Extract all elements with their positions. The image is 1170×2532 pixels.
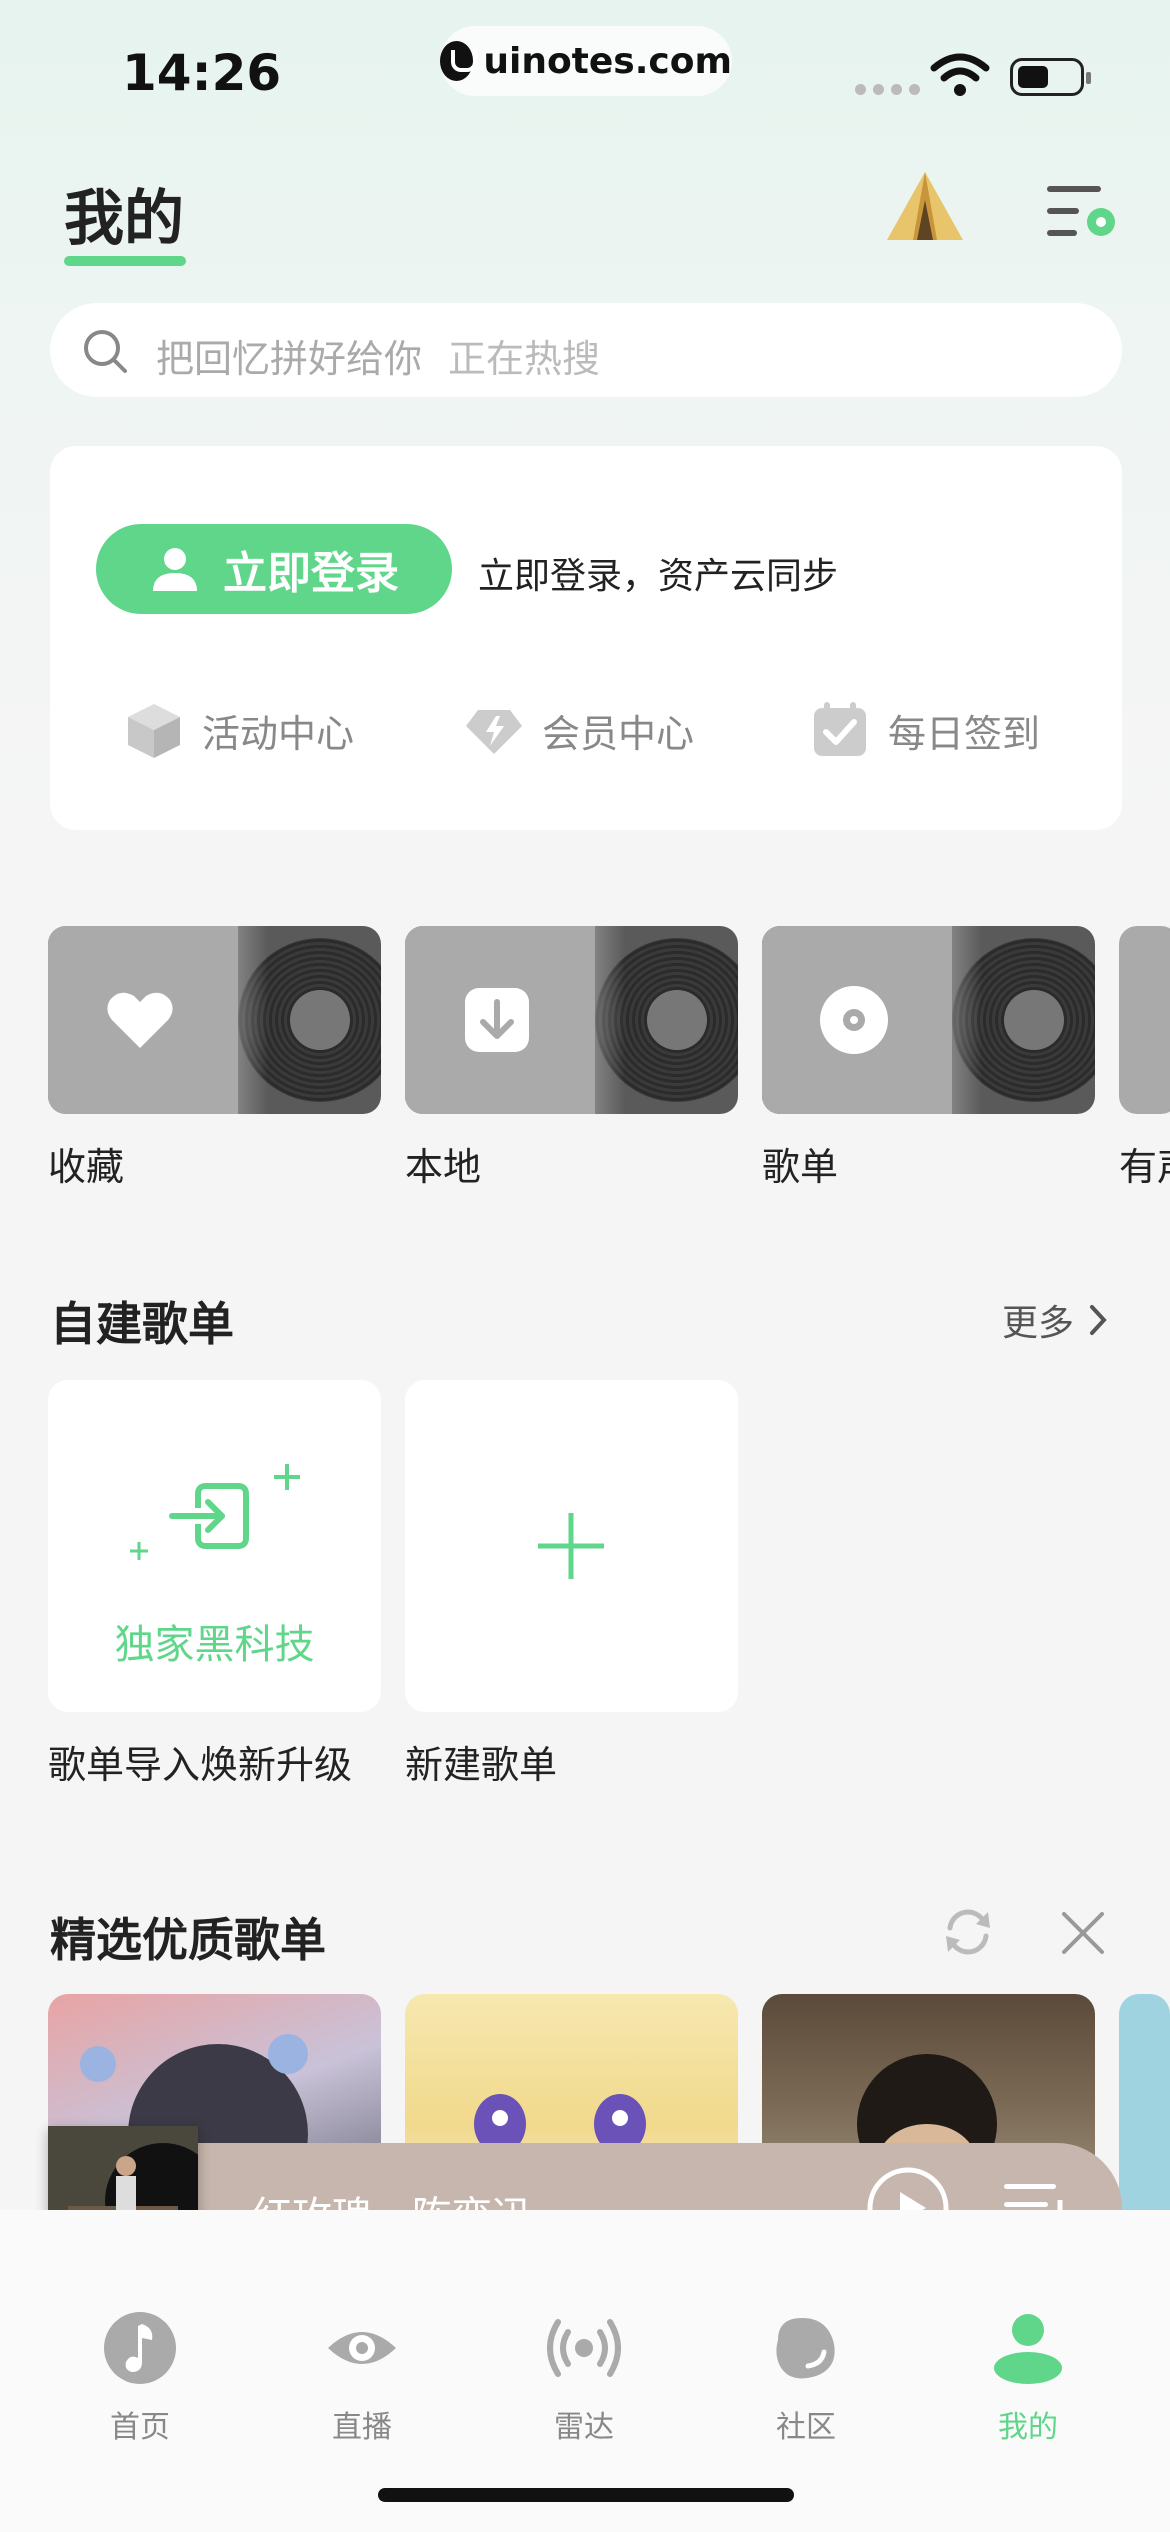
new-playlist-card[interactable] bbox=[405, 1380, 738, 1712]
login-note: 立即登录，资产云同步 bbox=[478, 556, 839, 597]
tab-community[interactable]: 社区 bbox=[736, 2310, 876, 2446]
featured-playlist-cover[interactable] bbox=[1119, 1994, 1170, 2214]
tab-label: 直播 bbox=[332, 2410, 392, 2445]
tab-label: 首页 bbox=[110, 2410, 170, 2445]
quick-link-checkin[interactable]: 每日签到 bbox=[810, 700, 1040, 760]
tab-radar[interactable]: 雷达 bbox=[514, 2310, 654, 2446]
tab-label: 社区 bbox=[776, 2410, 836, 2445]
quick-link-vip[interactable]: 会员中心 bbox=[464, 700, 694, 760]
category-label: 收藏 bbox=[48, 1145, 125, 1189]
heart-icon bbox=[107, 992, 173, 1048]
search-placeholder[interactable]: 把回忆拼好给你 正在热搜 bbox=[156, 328, 600, 383]
disc-icon bbox=[820, 986, 888, 1054]
chevron-right-icon bbox=[1090, 1305, 1107, 1335]
battery-icon bbox=[1010, 58, 1091, 96]
quick-link-activity[interactable]: 活动中心 bbox=[124, 700, 354, 760]
quick-link-label: 活动中心 bbox=[202, 711, 355, 756]
tab-home[interactable]: 首页 bbox=[70, 2310, 210, 2446]
login-button-label: 立即登录 bbox=[223, 548, 399, 599]
download-icon bbox=[465, 988, 529, 1052]
tab-label: 雷达 bbox=[554, 2410, 614, 2445]
search-icon bbox=[84, 330, 127, 373]
tent-icon[interactable] bbox=[885, 170, 965, 244]
radar-icon bbox=[547, 2319, 621, 2377]
import-card-text: 独家黑科技 bbox=[114, 1622, 315, 1668]
quick-link-label: 会员中心 bbox=[542, 711, 695, 756]
community-icon bbox=[776, 2318, 835, 2379]
category-tile-audio[interactable] bbox=[1119, 926, 1170, 1114]
page-title: 我的 bbox=[64, 184, 184, 254]
login-card bbox=[50, 446, 1122, 830]
quick-link-label: 每日签到 bbox=[888, 711, 1041, 756]
tab-profile[interactable]: 我的 bbox=[958, 2310, 1098, 2446]
category-tile-playlists[interactable] bbox=[762, 926, 1095, 1114]
section-title-custom: 自建歌单 bbox=[50, 1297, 234, 1351]
section-title-featured: 精选优质歌单 bbox=[50, 1913, 326, 1967]
refresh-icon[interactable] bbox=[940, 1904, 996, 1960]
import-playlist-card[interactable]: 独家黑科技 bbox=[48, 1380, 381, 1712]
status-time: 14:26 bbox=[122, 44, 282, 102]
import-icon bbox=[169, 1483, 249, 1549]
tab-label: 我的 bbox=[998, 2410, 1058, 2445]
sparkle-plus-icon bbox=[274, 1464, 300, 1490]
home-indicator bbox=[378, 2488, 794, 2502]
more-link[interactable]: 更多 bbox=[1002, 1294, 1108, 1346]
url-text: uinotes.com bbox=[483, 40, 732, 82]
box-icon bbox=[128, 704, 180, 758]
playlist-label: 歌单导入焕新升级 bbox=[48, 1743, 353, 1787]
settings-menu-icon[interactable] bbox=[1045, 182, 1117, 242]
calendar-check-icon bbox=[814, 702, 866, 756]
diamond-icon bbox=[466, 710, 522, 754]
user-icon bbox=[153, 548, 197, 591]
tab-live[interactable]: 直播 bbox=[292, 2310, 432, 2446]
login-button[interactable]: 立即登录 bbox=[96, 524, 452, 614]
category-tile-local[interactable] bbox=[405, 926, 738, 1114]
search-hot-hint: 正在热搜 bbox=[448, 337, 601, 381]
eye-icon bbox=[328, 2332, 396, 2364]
category-label: 有声 bbox=[1119, 1145, 1170, 1189]
playlist-label: 新建歌单 bbox=[405, 1743, 558, 1787]
cellular-signal-icon bbox=[855, 84, 920, 95]
search-placeholder-text: 把回忆拼好给你 bbox=[156, 337, 423, 381]
profile-icon bbox=[994, 2314, 1062, 2384]
plus-icon bbox=[538, 1513, 604, 1579]
sparkle-plus-icon bbox=[130, 1542, 148, 1560]
site-logo-icon bbox=[440, 41, 478, 81]
url-pill[interactable]: uinotes.com bbox=[440, 26, 732, 96]
music-note-icon bbox=[104, 2312, 176, 2384]
title-underline bbox=[64, 256, 186, 266]
more-label: 更多 bbox=[1002, 1303, 1075, 1344]
close-icon[interactable] bbox=[1060, 1910, 1106, 1956]
wifi-icon bbox=[930, 53, 990, 96]
category-tile-favorites[interactable] bbox=[48, 926, 381, 1114]
category-label: 本地 bbox=[405, 1145, 482, 1189]
category-label: 歌单 bbox=[762, 1145, 839, 1189]
